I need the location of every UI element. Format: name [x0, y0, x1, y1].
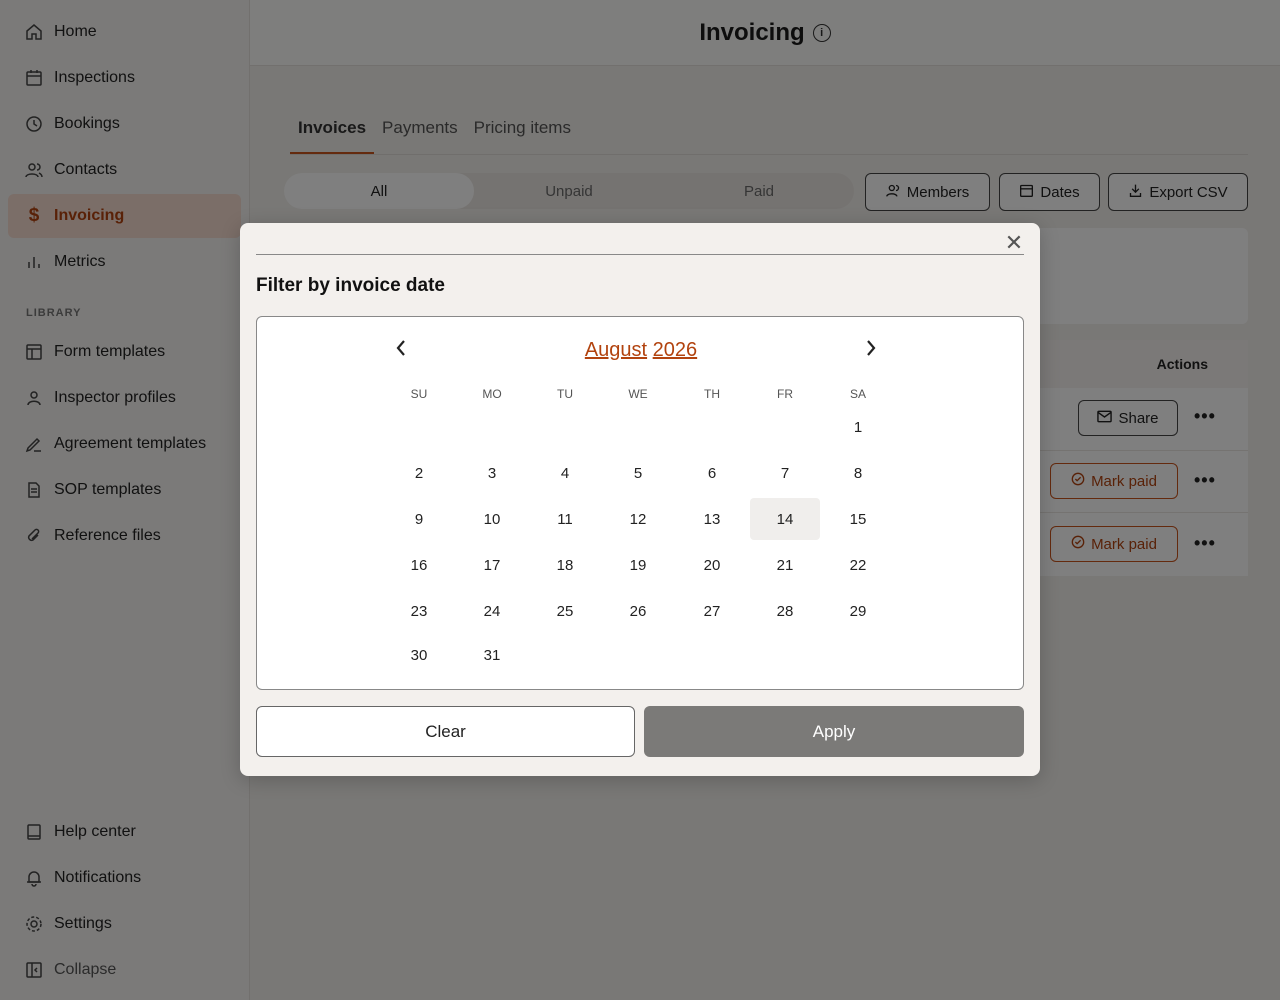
calendar-day[interactable]: 10	[457, 498, 527, 540]
calendar-day[interactable]: 17	[457, 544, 527, 586]
calendar-day[interactable]: 23	[384, 590, 454, 632]
calendar-day[interactable]: 11	[530, 498, 600, 540]
calendar-day[interactable]: 4	[530, 452, 600, 494]
calendar-day[interactable]: 12	[603, 498, 673, 540]
weekday-label: FR	[777, 387, 793, 401]
calendar-day[interactable]: 28	[750, 590, 820, 632]
calendar-day[interactable]: 5	[603, 452, 673, 494]
calendar-day[interactable]: 14	[750, 498, 820, 540]
calendar-day[interactable]: 29	[823, 590, 893, 632]
calendar-day[interactable]: 27	[677, 590, 747, 632]
year-label[interactable]: 2026	[653, 339, 698, 361]
weekday-label: SA	[849, 387, 866, 401]
date-filter-modal: ✕ Filter by invoice date August 2026 SU M…	[240, 223, 1040, 776]
calendar-day[interactable]: 6	[677, 452, 747, 494]
calendar-day[interactable]: 16	[384, 544, 454, 586]
calendar-day[interactable]: 25	[530, 590, 600, 632]
chevron-right-icon[interactable]	[865, 337, 877, 363]
apply-button[interactable]: Apply	[644, 706, 1024, 757]
calendar-day[interactable]: 7	[750, 452, 820, 494]
weekday-label: SU	[410, 387, 428, 401]
calendar-day[interactable]: 20	[677, 544, 747, 586]
weekday-label: TH	[704, 387, 720, 401]
calendar-day[interactable]: 22	[823, 544, 893, 586]
calendar-day[interactable]: 2	[384, 452, 454, 494]
calendar-day[interactable]: 13	[677, 498, 747, 540]
weekday-label: MO	[482, 387, 502, 401]
calendar-day[interactable]: 21	[750, 544, 820, 586]
calendar-day[interactable]: 19	[603, 544, 673, 586]
calendar-day[interactable]: 18	[530, 544, 600, 586]
month-label[interactable]: August	[585, 339, 647, 361]
clear-button[interactable]: Clear	[256, 706, 635, 757]
calendar: August 2026 SU MO TU WE TH FR SA 1 2 3 4 5 6 7 8 9 10 11 1…	[256, 316, 1024, 690]
calendar-day[interactable]: 30	[384, 634, 454, 676]
close-icon[interactable]: ✕	[1002, 230, 1026, 255]
calendar-day[interactable]: 8	[823, 452, 893, 494]
calendar-day[interactable]: 3	[457, 452, 527, 494]
calendar-day[interactable]: 15	[823, 498, 893, 540]
modal-title: Filter by invoice date	[256, 275, 445, 296]
month-year-label[interactable]: August 2026	[257, 339, 1025, 362]
modal-divider	[256, 254, 1024, 255]
calendar-day[interactable]: 31	[457, 634, 527, 676]
calendar-day[interactable]: 1	[823, 406, 893, 448]
calendar-day[interactable]: 24	[457, 590, 527, 632]
calendar-day[interactable]: 26	[603, 590, 673, 632]
weekday-label: TU	[557, 387, 573, 401]
weekday-label: WE	[628, 387, 648, 401]
calendar-day[interactable]: 9	[384, 498, 454, 540]
